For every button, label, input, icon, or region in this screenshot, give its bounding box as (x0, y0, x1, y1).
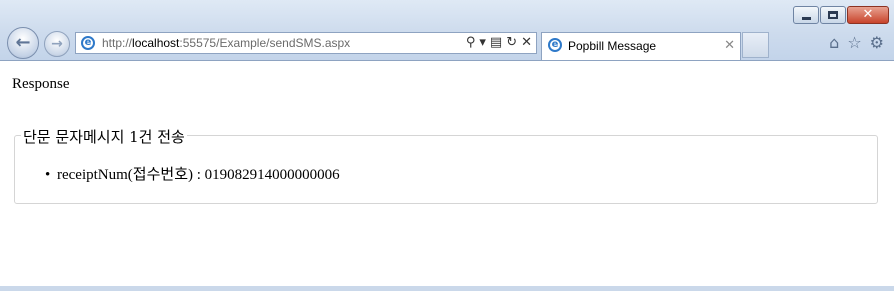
maximize-button[interactable] (820, 6, 846, 24)
tab-title: Popbill Message (568, 39, 657, 53)
list-item: • receiptNum(접수번호) : 019082914000000006 (45, 163, 340, 184)
toolbar-right: ⌂ ☆ ⚙ (829, 33, 884, 52)
forward-button[interactable]: → (44, 31, 70, 57)
arrow-right-icon: → (51, 36, 63, 52)
new-tab-button[interactable] (742, 32, 769, 58)
address-tools: ⚲ ▾ ▤ ↻ ✕ (466, 35, 532, 50)
compatibility-view-icon[interactable]: ▤ (490, 35, 502, 50)
address-bar[interactable]: e http://localhost:55575/Example/sendSMS… (75, 32, 537, 54)
address-url[interactable]: http://localhost:55575/Example/sendSMS.a… (102, 36, 350, 50)
browser-chrome: ✕ ← → e http://localhost:55575/Example/s… (0, 0, 894, 60)
page-content: Response 단문 문자메시지 1건 전송 • receiptNum(접수번호… (0, 60, 894, 286)
favorites-star-icon[interactable]: ☆ (847, 33, 861, 52)
home-icon[interactable]: ⌂ (829, 33, 839, 52)
arrow-left-icon: ← (15, 32, 31, 53)
receipt-num-text: receiptNum(접수번호) : 019082914000000006 (57, 167, 340, 183)
window-controls: ✕ (793, 6, 889, 24)
search-icon[interactable]: ⚲ (466, 35, 476, 50)
minimize-icon (794, 7, 818, 23)
stop-icon[interactable]: ✕ (521, 35, 532, 50)
page-heading: Response (12, 76, 70, 92)
bottom-border (0, 286, 894, 291)
gear-icon[interactable]: ⚙ (870, 33, 884, 52)
minimize-button[interactable] (793, 6, 819, 24)
tab-popbill-message[interactable]: e Popbill Message ✕ (541, 32, 741, 60)
fieldset-legend: 단문 문자메시지 1건 전송 (21, 126, 187, 147)
refresh-icon[interactable]: ↻ (506, 35, 517, 50)
maximize-icon (821, 7, 845, 23)
bullet: • (45, 167, 51, 183)
ie-tab-icon: e (548, 38, 562, 52)
chevron-down-icon[interactable]: ▾ (479, 35, 486, 50)
close-tab-icon[interactable]: ✕ (724, 38, 735, 53)
close-window-button[interactable]: ✕ (847, 6, 889, 24)
back-button[interactable]: ← (7, 27, 39, 59)
ie-page-icon: e (81, 36, 95, 50)
close-icon: ✕ (862, 7, 874, 22)
result-fieldset: 단문 문자메시지 1건 전송 • receiptNum(접수번호) : 01908… (14, 126, 878, 204)
